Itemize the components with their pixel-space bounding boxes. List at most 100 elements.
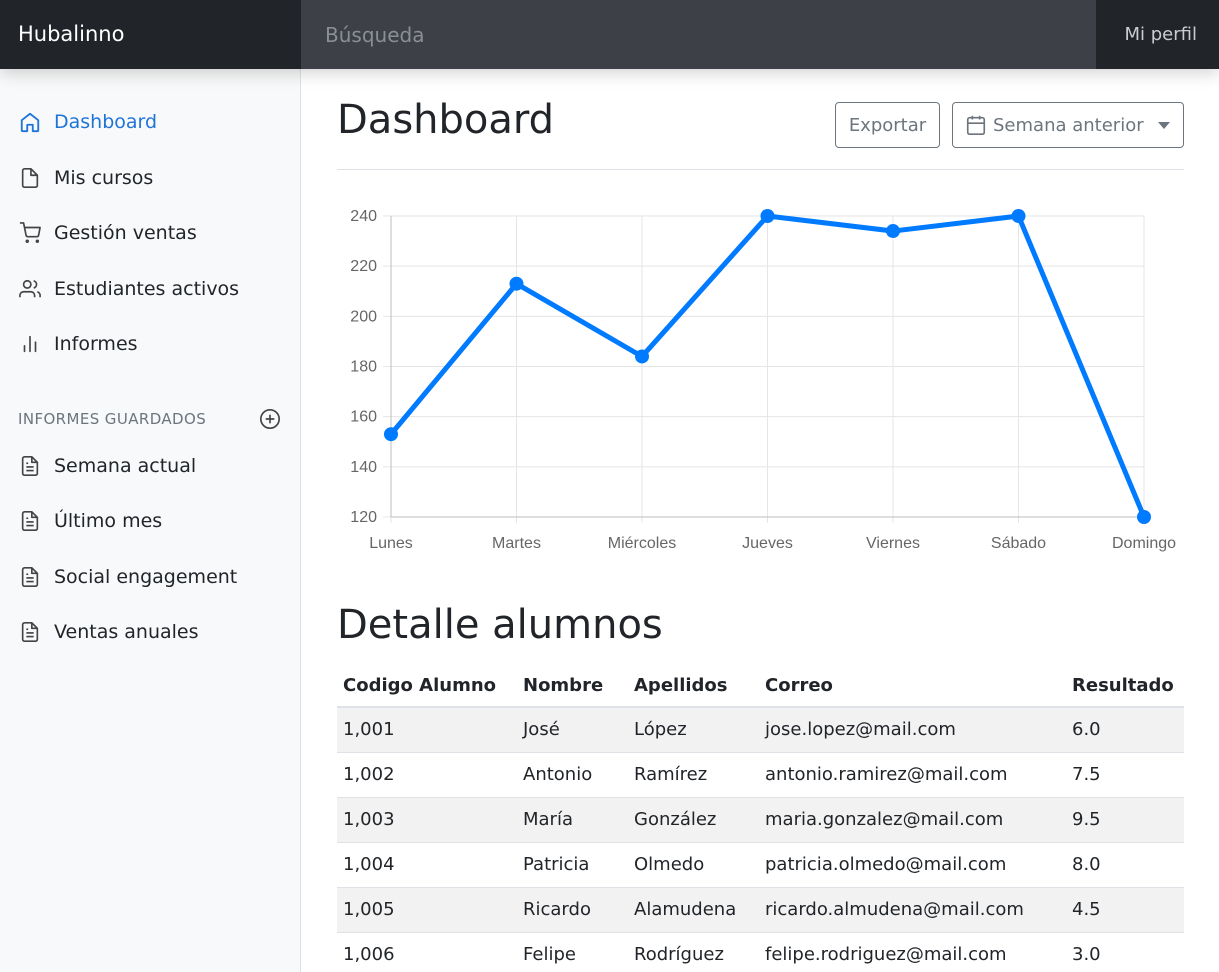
saved-item-label: Último mes xyxy=(54,510,163,532)
x-tick-label: Martes xyxy=(492,535,541,552)
saved-reports-title: INFORMES GUARDADOS xyxy=(18,410,207,428)
column-header: Correo xyxy=(759,665,1066,708)
sidebar-item-mis-cursos[interactable]: Mis cursos xyxy=(0,158,300,198)
data-point xyxy=(384,427,398,442)
saved-item-social-engagement[interactable]: Social engagement xyxy=(0,557,300,597)
sidebar-item-label: Mis cursos xyxy=(54,167,154,189)
table-row: 1,006 Felipe Rodríguez felipe.rodriguez@… xyxy=(337,931,1184,972)
file-text-icon xyxy=(18,454,42,478)
cell-surname: Ramírez xyxy=(628,751,759,797)
cell-name: Ricardo xyxy=(517,886,628,932)
table-row: 1,004 Patricia Olmedo patricia.olmedo@ma… xyxy=(337,841,1184,887)
cell-name: María xyxy=(517,796,628,842)
cell-surname: González xyxy=(628,796,759,842)
cell-name: Antonio xyxy=(517,751,628,797)
column-header: Nombre xyxy=(517,665,628,708)
cell-result: 6.0 xyxy=(1066,706,1184,752)
calendar-icon xyxy=(965,114,987,136)
saved-item-label: Social engagement xyxy=(54,566,238,588)
home-icon xyxy=(18,110,42,134)
y-tick-label: 200 xyxy=(350,308,377,325)
sidebar-item-label: Dashboard xyxy=(54,111,158,133)
table-title: Detalle alumnos xyxy=(337,602,663,648)
data-point xyxy=(509,276,524,291)
brand-logo[interactable]: Hubalinno xyxy=(0,0,301,69)
sidebar-item-label: Informes xyxy=(54,333,138,355)
cell-result: 4.5 xyxy=(1066,886,1184,932)
file-text-icon xyxy=(18,565,42,589)
cell-email: antonio.ramirez@mail.com xyxy=(759,751,1066,797)
cell-result: 7.5 xyxy=(1066,751,1184,797)
cell-email: felipe.rodriguez@mail.com xyxy=(759,931,1066,972)
bar-chart-icon xyxy=(18,332,42,356)
table-row: 1,005 Ricardo Alamudena ricardo.almudena… xyxy=(337,886,1184,932)
y-tick-label: 120 xyxy=(350,509,377,526)
students-table: Codigo Alumno Nombre Apellidos Correo Re… xyxy=(337,665,1184,972)
y-tick-label: 140 xyxy=(350,459,377,476)
data-point xyxy=(1011,209,1026,223)
cell-code: 1,002 xyxy=(337,751,517,797)
table-header-row: Codigo Alumno Nombre Apellidos Correo Re… xyxy=(337,665,1184,708)
data-point xyxy=(760,209,775,223)
data-point xyxy=(635,349,649,364)
sidebar-item-gestion-ventas[interactable]: Gestión ventas xyxy=(0,213,300,253)
top-navbar: Hubalinno Mi perfil xyxy=(0,0,1219,69)
y-tick-label: 220 xyxy=(350,258,377,275)
sidebar-item-estudiantes-activos[interactable]: Estudiantes activos xyxy=(0,269,300,309)
saved-item-ultimo-mes[interactable]: Último mes xyxy=(0,501,300,541)
cell-surname: Rodríguez xyxy=(628,931,759,972)
file-text-icon xyxy=(18,509,42,533)
table-row: 1,001 José López jose.lopez@mail.com 6.0 xyxy=(337,706,1184,752)
y-tick-label: 180 xyxy=(350,359,377,376)
period-dropdown-label: Semana anterior xyxy=(993,114,1144,136)
y-tick-label: 240 xyxy=(350,208,377,225)
period-dropdown[interactable]: Semana anterior xyxy=(952,102,1184,148)
sidebar: Dashboard Mis cursos Gestión ventas Estu… xyxy=(0,69,301,972)
x-tick-label: Domingo xyxy=(1112,535,1176,552)
column-header: Resultado xyxy=(1066,665,1184,708)
x-tick-label: Viernes xyxy=(866,535,920,552)
main-content: Dashboard Exportar Semana anterior 120 14… xyxy=(301,69,1219,972)
saved-reports-heading: INFORMES GUARDADOS xyxy=(18,405,282,433)
cell-surname: Olmedo xyxy=(628,841,759,887)
data-point xyxy=(1137,510,1151,524)
cell-email: patricia.olmedo@mail.com xyxy=(759,841,1066,887)
cell-email: jose.lopez@mail.com xyxy=(759,706,1066,752)
cell-code: 1,003 xyxy=(337,796,517,842)
cell-email: ricardo.almudena@mail.com xyxy=(759,886,1066,932)
table-row: 1,003 María González maria.gonzalez@mail… xyxy=(337,796,1184,842)
sidebar-item-informes[interactable]: Informes xyxy=(0,324,300,364)
cell-name: Felipe xyxy=(517,931,628,972)
saved-item-semana-actual[interactable]: Semana actual xyxy=(0,446,300,486)
cell-surname: López xyxy=(628,706,759,752)
x-tick-label: Jueves xyxy=(742,535,793,552)
saved-item-label: Ventas anuales xyxy=(54,621,199,643)
line-chart: 120 140 160 180 200 220 240 Lunes Martes Miércole… xyxy=(350,208,1176,552)
cell-code: 1,005 xyxy=(337,886,517,932)
cell-surname: Alamudena xyxy=(628,886,759,932)
cell-code: 1,006 xyxy=(337,931,517,972)
chevron-down-icon xyxy=(1157,121,1170,129)
saved-item-ventas-anuales[interactable]: Ventas anuales xyxy=(0,612,300,652)
saved-item-label: Semana actual xyxy=(54,455,197,477)
export-button[interactable]: Exportar xyxy=(835,102,940,148)
x-tick-label: Miércoles xyxy=(608,535,676,552)
x-tick-label: Sábado xyxy=(991,535,1046,552)
page-title: Dashboard xyxy=(337,97,555,143)
cell-name: José xyxy=(517,706,628,752)
x-tick-label: Lunes xyxy=(369,535,413,552)
cell-result: 8.0 xyxy=(1066,841,1184,887)
profile-link[interactable]: Mi perfil xyxy=(1096,0,1219,69)
cell-code: 1,004 xyxy=(337,841,517,887)
column-header: Apellidos xyxy=(628,665,759,708)
title-divider xyxy=(337,169,1184,170)
file-text-icon xyxy=(18,620,42,644)
cell-result: 9.5 xyxy=(1066,796,1184,842)
add-report-icon[interactable] xyxy=(258,407,282,431)
search-input[interactable] xyxy=(301,0,1096,69)
sidebar-item-label: Gestión ventas xyxy=(54,222,197,244)
sidebar-item-dashboard[interactable]: Dashboard xyxy=(0,102,300,142)
y-tick-label: 160 xyxy=(350,409,377,426)
data-point xyxy=(886,224,900,239)
cell-name: Patricia xyxy=(517,841,628,887)
